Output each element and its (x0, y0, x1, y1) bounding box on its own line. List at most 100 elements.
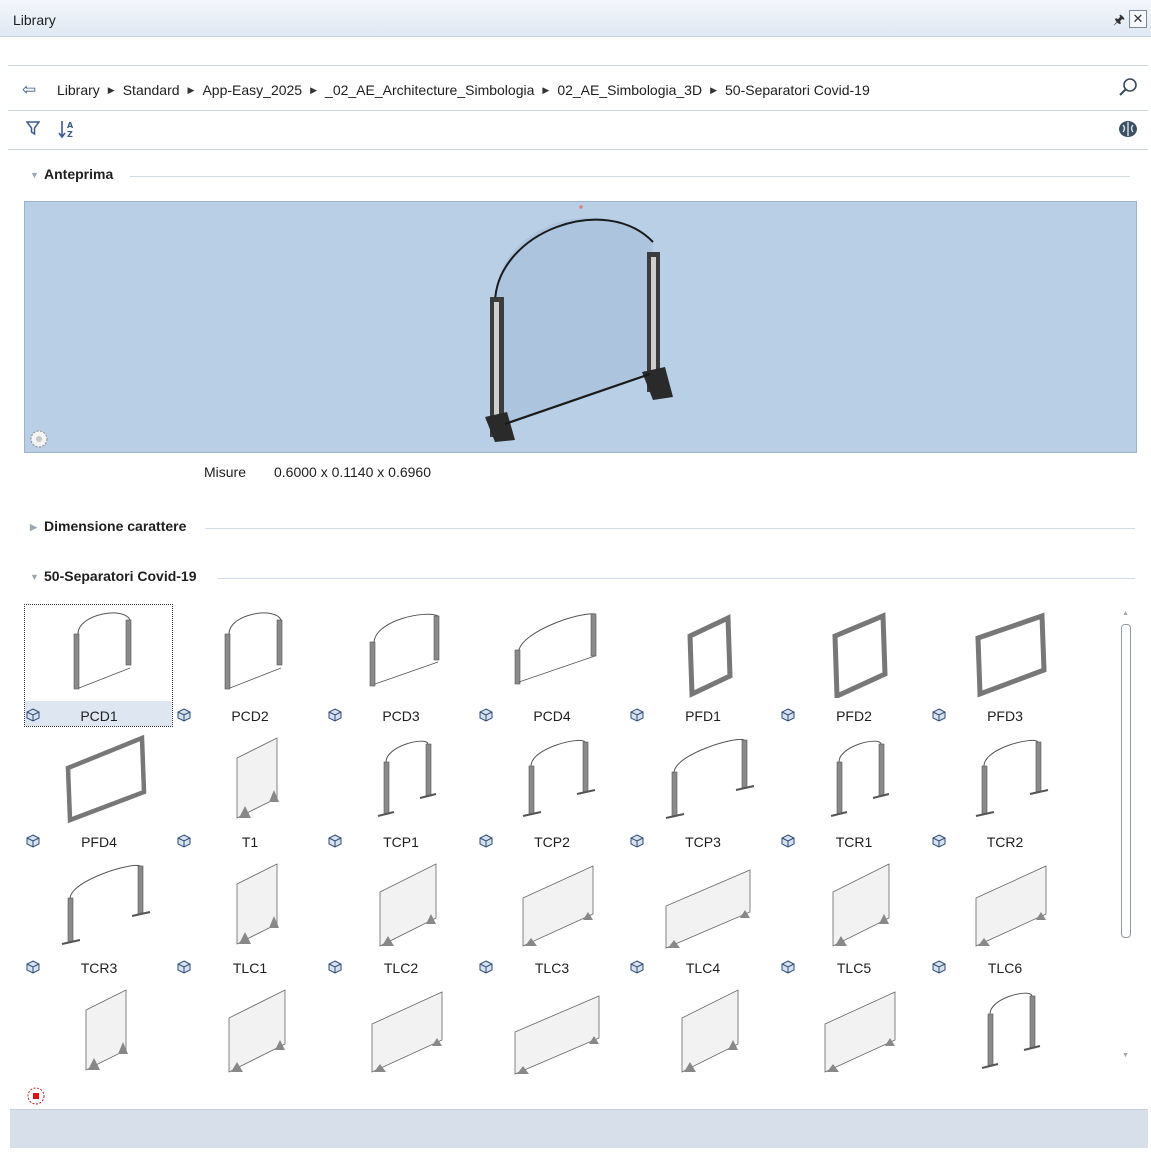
breadcrumb-item[interactable]: 02_AE_Simbologia_3D (557, 82, 702, 98)
vertical-scrollbar[interactable]: ▲ ▼ (1118, 604, 1136, 1064)
breadcrumb-separator-icon: ▶ (187, 85, 195, 95)
symbol-item[interactable]: TCR3 (24, 856, 174, 981)
symbol-item[interactable] (779, 982, 929, 1084)
view-navigation-icon[interactable] (29, 429, 49, 449)
title-bar: Library 🖈 ✕ (0, 0, 1151, 37)
symbol-item[interactable]: PCD3 (326, 604, 476, 729)
symbol-thumbnail (236, 863, 279, 945)
symbol-item[interactable]: TCP2 (477, 730, 627, 855)
measure-value: 0.6000 x 0.1140 x 0.6960 (274, 464, 431, 480)
symbol-item[interactable] (628, 982, 778, 1084)
divider (8, 65, 1148, 66)
symbol-item[interactable] (326, 982, 476, 1084)
symbol-label: TCP3 (685, 834, 721, 850)
symbol-label: TLC5 (836, 960, 872, 976)
symbol-label: PCD4 (533, 708, 571, 724)
breadcrumb-item[interactable]: _02_AE_Architecture_Simbologia (325, 82, 534, 98)
symbol-thumbnail (371, 991, 443, 1073)
close-button[interactable]: ✕ (1129, 10, 1147, 28)
scrollbar-thumb[interactable] (1121, 624, 1131, 938)
symbol-item[interactable] (930, 982, 1080, 1084)
pin-icon[interactable]: 🖈 (1113, 11, 1125, 33)
section-title: 50-Separatori Covid-19 (44, 568, 197, 584)
symbol-label: PFD1 (685, 708, 721, 724)
symbol-item[interactable]: TLC1 (175, 856, 325, 981)
svg-text:A: A (67, 121, 74, 130)
symbol-item[interactable]: T1 (175, 730, 325, 855)
symbol-label: TCR3 (80, 960, 118, 976)
symbol-item[interactable]: PFD1 (628, 604, 778, 729)
symbol-item[interactable]: PFD2 (779, 604, 929, 729)
breadcrumb-item[interactable]: Standard (123, 82, 180, 98)
filter-icon[interactable] (26, 121, 40, 136)
expand-triangle-icon: ▶ (30, 522, 37, 532)
symbol-thumbnail (514, 613, 597, 685)
symbol-item[interactable]: TCP3 (628, 730, 778, 855)
symbol-item[interactable]: PFD3 (930, 604, 1080, 729)
symbol-item[interactable] (477, 982, 627, 1084)
symbol-item[interactable] (175, 982, 325, 1084)
symbol-item[interactable]: PCD4 (477, 604, 627, 729)
symbol-thumbnail (665, 869, 751, 949)
symbol-thumbnail (830, 740, 890, 817)
symbol-thumbnail (981, 992, 1041, 1069)
symbol-item[interactable]: TLC3 (477, 856, 627, 981)
section-group-header[interactable]: ▼ 50-Separatori Covid-19 (30, 568, 1135, 590)
preview-panel[interactable] (24, 201, 1137, 453)
symbol-thumbnail (514, 995, 600, 1075)
symbol-item[interactable]: TCR2 (930, 730, 1080, 855)
symbol-item[interactable]: PCD2 (175, 604, 325, 729)
search-icon[interactable] (1117, 76, 1139, 100)
symbol-thumbnail (236, 737, 279, 819)
symbol-item[interactable]: PCD1 (24, 604, 174, 729)
symbol-thumbnail (61, 864, 151, 945)
symbol-item[interactable]: PFD4 (24, 730, 174, 855)
symbol-label: TLC4 (685, 960, 721, 976)
symbol-label: TCP1 (383, 834, 419, 850)
symbol-thumbnail (681, 989, 739, 1073)
symbol-thumbnail (65, 734, 147, 824)
symbol-label: TCP2 (534, 834, 570, 850)
symbol-item[interactable]: TLC4 (628, 856, 778, 981)
symbol-thumbnail (687, 614, 733, 698)
breadcrumb-separator-icon: ▶ (542, 85, 550, 95)
scroll-up-icon[interactable]: ▲ (1122, 610, 1129, 617)
symbol-thumbnail (522, 865, 594, 947)
symbol-item[interactable]: TCR1 (779, 730, 929, 855)
symbol-label: PCD2 (231, 708, 269, 724)
symbol-thumbnail (377, 740, 437, 817)
symbol-label: T1 (241, 834, 259, 850)
symbol-label: PFD2 (836, 708, 872, 724)
section-title: Dimensione carattere (44, 518, 187, 534)
breadcrumb-item[interactable]: Library (57, 82, 100, 98)
symbol-thumbnail (73, 612, 132, 690)
symbol-label: PFD4 (81, 834, 117, 850)
section-dimension-header[interactable]: ▶ Dimensione carattere (30, 518, 1135, 540)
preview-model-image (485, 205, 673, 442)
breadcrumb-item[interactable]: 50-Separatori Covid-19 (725, 82, 870, 98)
symbol-item[interactable]: TLC6 (930, 856, 1080, 981)
section-rule (130, 176, 1130, 177)
symbol-thumbnail (665, 738, 755, 819)
symbol-item[interactable]: TLC2 (326, 856, 476, 981)
section-preview-header[interactable]: ▼ Anteprima (30, 166, 1130, 188)
symbol-thumbnail (975, 740, 1049, 817)
symbol-grid: PCD1 PCD2 PCD3 PCD4 PFD1 PFD2 PFD3 PFD4 … (24, 604, 1104, 1084)
symbol-thumbnail (85, 989, 128, 1071)
symbol-item[interactable] (24, 982, 174, 1084)
section-rule (205, 528, 1135, 529)
back-arrow-icon[interactable]: ⇦ (22, 80, 36, 100)
symbol-label: PCD3 (382, 708, 420, 724)
measure-label: Misure (204, 464, 247, 480)
sort-az-icon[interactable]: A Z (58, 119, 76, 139)
svg-text:Z: Z (67, 130, 73, 139)
scroll-down-icon[interactable]: ▼ (1122, 1052, 1129, 1059)
window-title: Library (13, 12, 56, 28)
symbol-item[interactable]: TCP1 (326, 730, 476, 855)
symbol-label: TCR1 (835, 834, 873, 850)
breadcrumb-item[interactable]: App-Easy_2025 (202, 82, 302, 98)
collapse-triangle-icon: ▼ (30, 170, 39, 180)
target-icon[interactable] (26, 1086, 46, 1106)
symbol-item[interactable]: TLC5 (779, 856, 929, 981)
brain-icon[interactable] (1118, 120, 1138, 138)
